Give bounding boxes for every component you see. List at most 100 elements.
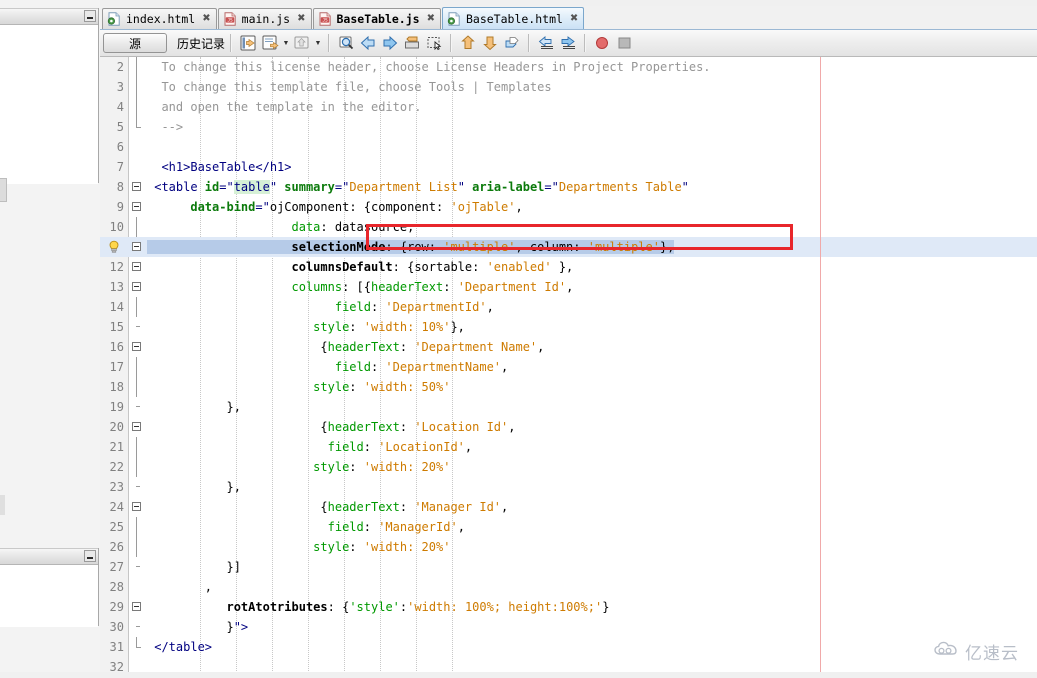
code-line[interactable]: 6 (100, 137, 1037, 157)
code-line[interactable]: 10 data: datasource, (100, 217, 1037, 237)
code-line[interactable]: 16 {headerText: 'Department Name', (100, 337, 1037, 357)
code-line[interactable]: 21 field: 'LocationId', (100, 437, 1037, 457)
fold-toggle-icon[interactable] (132, 182, 141, 191)
toggle-bookmark-icon[interactable] (401, 33, 423, 54)
history-view-button[interactable]: 历史记录 (177, 35, 225, 52)
code-token: </table> (147, 640, 213, 654)
find-selection-icon[interactable] (335, 33, 357, 54)
shift-left-icon[interactable] (535, 33, 557, 54)
code-editor[interactable]: 2 To change this license header, choose … (100, 57, 1037, 677)
code-line[interactable]: 9 data-bind="ojComponent: {component: 'o… (100, 197, 1037, 217)
code-token: , (464, 440, 473, 454)
code-line[interactable]: selectionMode: {row: 'multiple', column:… (100, 237, 1037, 257)
generate-code-icon[interactable] (291, 33, 313, 54)
fold-toggle-icon[interactable] (132, 202, 141, 211)
left-collapsed-tab-stub-2[interactable] (0, 495, 5, 515)
previous-bookmark-icon[interactable] (457, 33, 479, 54)
code-token: =" (255, 200, 270, 214)
code-line[interactable]: 26 style: 'width: 20%' (100, 537, 1037, 557)
line-number: 14 (109, 300, 124, 314)
code-line[interactable]: 19 }, (100, 397, 1037, 417)
fold-toggle-icon[interactable] (132, 502, 141, 511)
fold-toggle-icon[interactable] (132, 342, 141, 351)
code-line[interactable]: 24 {headerText: 'Manager Id', (100, 497, 1037, 517)
editor-tab-BaseTable-js[interactable]: JS BaseTable.js ✖ (312, 8, 441, 29)
code-line[interactable]: 7 <h1>BaseTable</h1> (100, 157, 1037, 177)
line-number: 20 (109, 420, 124, 434)
fold-toggle-icon[interactable] (132, 262, 141, 271)
code-token: } (147, 620, 234, 634)
code-line[interactable]: 20 {headerText: 'Location Id', (100, 417, 1037, 437)
refactor-dropdown-icon[interactable]: ▼ (281, 33, 291, 54)
tab-close-icon[interactable]: ✖ (570, 13, 578, 24)
code-token: <table (147, 180, 205, 194)
left-collapsed-tab-stub[interactable] (0, 178, 7, 202)
code-line[interactable]: 27 }] (100, 557, 1037, 577)
code-token: 'Manager Id' (414, 500, 502, 514)
code-line[interactable]: 13 columns: [{headerText: 'Department Id… (100, 277, 1037, 297)
tab-label: index.html (126, 12, 196, 26)
code-line[interactable]: 4 and open the template in the editor. (100, 97, 1037, 117)
code-token: { (147, 340, 328, 354)
code-token: : {component: (349, 200, 451, 214)
code-token: field (334, 300, 371, 314)
editor-tab-main-js[interactable]: JS main.js ✖ (217, 8, 312, 29)
editor-tab-BaseTable-html[interactable]: BaseTable.html ✖ (441, 7, 585, 29)
fold-toggle-icon[interactable] (132, 422, 141, 431)
code-line[interactable]: 18 style: 'width: 50%' (100, 377, 1037, 397)
generate-code-dropdown-icon[interactable]: ▼ (313, 33, 323, 54)
fold-toggle-icon[interactable] (132, 602, 141, 611)
refactor-icon[interactable] (259, 33, 281, 54)
code-line[interactable]: 22 style: 'width: 20%' (100, 457, 1037, 477)
minimize-icon[interactable] (84, 10, 96, 22)
fold-guide-line (136, 517, 137, 537)
code-line[interactable]: 5 --> (100, 117, 1037, 137)
forward-icon[interactable] (379, 33, 401, 54)
code-line[interactable]: 15 style: 'width: 10%'}, (100, 317, 1037, 337)
code-line[interactable]: 28 , (100, 577, 1037, 597)
hint-bulb-icon[interactable] (107, 240, 121, 254)
code-text: data: datasource, (147, 217, 415, 237)
code-line[interactable]: 30 }"> (100, 617, 1037, 637)
toolbar-separator (328, 34, 331, 52)
stop-macro-recording-icon[interactable] (613, 33, 635, 54)
editor-tab-index-html[interactable]: index.html ✖ (102, 8, 217, 29)
toggle-highlight-icon[interactable] (501, 33, 523, 54)
code-line[interactable]: 23 }, (100, 477, 1037, 497)
start-macro-recording-icon[interactable] (591, 33, 613, 54)
last-edit-icon[interactable] (237, 33, 259, 54)
shift-right-icon[interactable] (557, 33, 579, 54)
back-icon[interactable] (357, 33, 379, 54)
source-view-button[interactable]: 源 (103, 33, 167, 53)
code-token: 'LocationId' (378, 440, 465, 454)
code-text: , (147, 577, 212, 597)
line-number: 7 (116, 160, 124, 174)
code-line[interactable]: 29 rotAtotributes: {'style':'width: 100%… (100, 597, 1037, 617)
code-token: , (486, 300, 494, 314)
code-line[interactable]: 25 field: 'ManagerId', (100, 517, 1037, 537)
fold-toggle-icon[interactable] (132, 282, 141, 291)
fold-guide-line (136, 437, 137, 457)
fold-guide-end (136, 637, 141, 648)
code-line[interactable]: 2 To change this license header, choose … (100, 57, 1037, 77)
code-token: To change this template file, choose Too… (147, 80, 552, 94)
code-line[interactable]: 31 </table> (100, 637, 1037, 657)
code-line[interactable]: 17 field: 'DepartmentName', (100, 357, 1037, 377)
code-token: : (363, 440, 379, 454)
rectangular-selection-icon[interactable] (423, 33, 445, 54)
next-bookmark-icon[interactable] (479, 33, 501, 54)
minimize-icon[interactable] (84, 550, 96, 562)
code-text: }"> (147, 617, 248, 637)
code-line[interactable]: 8 <table id="table" summary="Department … (100, 177, 1037, 197)
fold-toggle-icon[interactable] (132, 242, 141, 251)
code-line[interactable]: 3 To change this template file, choose T… (100, 77, 1037, 97)
tab-close-icon[interactable]: ✖ (427, 14, 435, 24)
tab-close-icon[interactable]: ✖ (202, 14, 210, 24)
code-line[interactable]: 14 field: 'DepartmentId', (100, 297, 1037, 317)
code-token: "> (233, 620, 249, 634)
line-number: 17 (109, 360, 124, 374)
code-line[interactable]: 12 columnsDefault: {sortable: 'enabled' … (100, 257, 1037, 277)
tab-close-icon[interactable]: ✖ (297, 14, 305, 24)
